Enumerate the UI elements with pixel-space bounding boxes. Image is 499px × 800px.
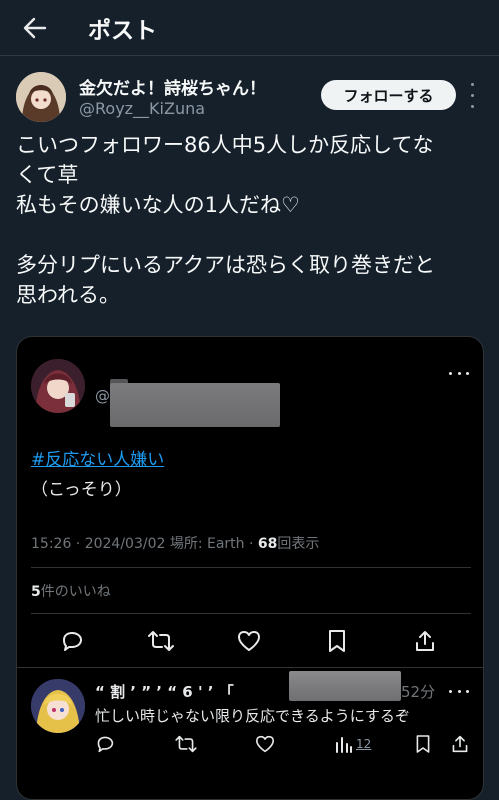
divider <box>31 567 471 568</box>
redaction-box <box>289 671 401 701</box>
post-line: こいつフォロワー86人中5人しか反応してな <box>16 133 434 157</box>
post-line: 私もその嫌いな人の1人だね♡ <box>16 193 300 217</box>
arrow-left-icon <box>23 17 47 38</box>
post-text: こいつフォロワー86人中5人しか反応してな くて草 私もその嫌いな人の1人だね♡… <box>16 130 486 310</box>
quoted-avatar <box>31 359 85 413</box>
more-options-icon[interactable] <box>449 370 469 376</box>
analytics-icon <box>336 737 352 753</box>
reply-views-count: 12 <box>356 737 372 751</box>
author-name[interactable]: 金欠だよ！詩桜ちゃん！ <box>79 74 266 99</box>
bookmark-icon[interactable] <box>322 626 352 656</box>
likes-summary[interactable]: 5件のいいね <box>31 581 111 601</box>
like-icon[interactable] <box>255 731 275 757</box>
post-meta: 15:26 · 2024/03/02 場所: Earth · 68回表示 <box>31 533 319 553</box>
post-line: 多分リプにいるアクアは恐らく取り巻きだと <box>16 253 435 277</box>
post-line <box>16 220 486 250</box>
hashtag-link[interactable]: #反応ない人嫌い <box>31 445 164 470</box>
likes-label: 件のいいね <box>40 584 111 600</box>
follow-button[interactable]: フォローする <box>321 80 456 110</box>
back-button[interactable] <box>20 13 50 43</box>
author-avatar[interactable] <box>16 72 66 122</box>
reply-avatar[interactable] <box>31 679 85 733</box>
reply-icon[interactable] <box>95 731 115 757</box>
bookmark-icon[interactable] <box>415 731 431 757</box>
like-icon[interactable] <box>234 626 264 656</box>
author-handle[interactable]: @Royz__KiZuna <box>79 99 205 118</box>
post-timestamp: 15:26 · 2024/03/02 場所: Earth · <box>31 536 258 552</box>
repost-icon[interactable] <box>175 731 197 757</box>
repost-icon[interactable] <box>146 626 176 656</box>
divider <box>31 613 471 614</box>
more-options-icon[interactable] <box>467 83 477 108</box>
page-title: ポスト <box>88 17 157 44</box>
share-icon[interactable] <box>410 626 440 656</box>
quoted-post-screenshot[interactable]: @ #反応ない人嫌い （こっそり） 15:26 · 2024/03/02 場所:… <box>16 336 484 800</box>
views-count: 68 <box>257 536 278 552</box>
post-author: 金欠だよ！詩桜ちゃん！ @Royz__KiZuna フォローする <box>16 70 486 124</box>
post-line: くて草 <box>16 163 79 187</box>
quoted-handle-at: @ <box>95 387 110 405</box>
top-bar: ポスト <box>0 0 499 56</box>
divider <box>17 667 483 668</box>
likes-count: 5 <box>31 584 41 600</box>
reply-author-name[interactable]: “ 割 ’ ” ’ “ 6 ' ’ 「 <box>95 681 234 702</box>
reply-text: 忙しい時じゃない限り反応できるようにするぞ <box>95 707 410 725</box>
views-button[interactable]: 12 <box>335 731 371 757</box>
share-icon[interactable] <box>451 731 469 757</box>
post-line: 思われる。 <box>16 283 120 307</box>
more-options-icon[interactable] <box>449 688 469 694</box>
reply-timestamp: 52分 <box>401 683 436 701</box>
redaction-box <box>110 383 280 427</box>
reply-icon[interactable] <box>57 626 87 656</box>
quoted-text: （こっそり） <box>31 480 132 500</box>
views-label: 回表示 <box>277 536 320 552</box>
